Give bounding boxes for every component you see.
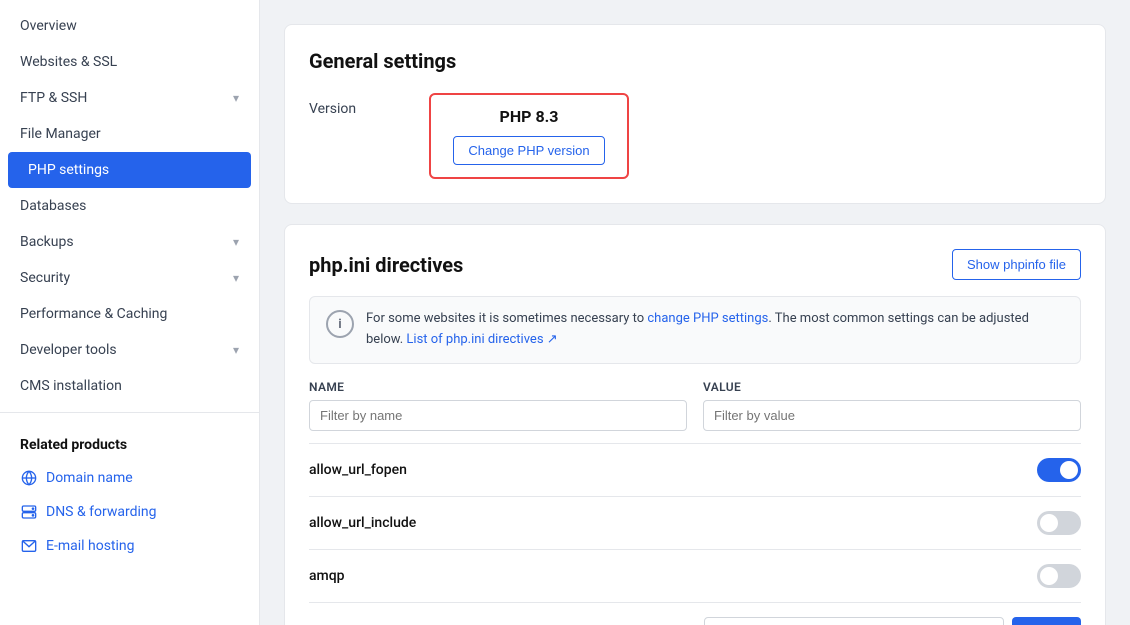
directive-name-amqp: amqp xyxy=(309,568,345,584)
directive-row-allow_url_include: allow_url_include xyxy=(309,497,1081,550)
php-ini-directives-link[interactable]: List of php.ini directives ↗ xyxy=(406,332,557,347)
chevron-icon: ▾ xyxy=(233,91,239,105)
related-products-title: Related products xyxy=(0,421,259,461)
sidebar-item-label-file-manager: File Manager xyxy=(20,126,101,142)
toggle-slider-amqp xyxy=(1037,564,1081,588)
sidebar-item-label-databases: Databases xyxy=(20,198,86,214)
sidebar-item-file-manager[interactable]: File Manager xyxy=(0,116,259,152)
sidebar-item-overview[interactable]: Overview xyxy=(0,8,259,44)
value-filter-input[interactable] xyxy=(703,400,1081,431)
dns-icon xyxy=(20,503,38,521)
directives-header: php.ini directives Show phpinfo file xyxy=(309,249,1081,280)
version-label: Version xyxy=(309,93,389,117)
sidebar: Overview Websites & SSL FTP & SSH ▾ File Man… xyxy=(0,0,260,625)
related-link-label-dns-forwarding: DNS & forwarding xyxy=(46,504,157,520)
value-column-label: Value xyxy=(703,380,1081,394)
name-filter-input[interactable] xyxy=(309,400,687,431)
toggle-allow_url_include[interactable] xyxy=(1037,511,1081,535)
filter-row: Name Value xyxy=(309,380,1081,444)
general-settings-card: General settings Version PHP 8.3 Change … xyxy=(284,24,1106,204)
sidebar-item-security[interactable]: Security ▾ xyxy=(0,260,259,296)
directive-row-allow_url_fopen: allow_url_fopen xyxy=(309,444,1081,497)
email-icon xyxy=(20,537,38,555)
toggle-allow_url_fopen[interactable] xyxy=(1037,458,1081,482)
change-php-button[interactable]: Change PHP version xyxy=(453,136,604,165)
directive-name-allow_url_fopen: allow_url_fopen xyxy=(309,462,407,478)
sidebar-item-label-php-settings: PHP settings xyxy=(28,162,109,178)
directive-name-allow_url_include: allow_url_include xyxy=(309,515,416,531)
general-settings-title: General settings xyxy=(309,49,1081,73)
toggle-amqp[interactable] xyxy=(1037,564,1081,588)
sidebar-item-databases[interactable]: Databases xyxy=(0,188,259,224)
sidebar-item-websites-ssl[interactable]: Websites & SSL xyxy=(0,44,259,80)
chevron-icon: ▾ xyxy=(233,271,239,285)
related-link-domain-name[interactable]: Domain name xyxy=(0,461,259,495)
sidebar-item-ftp-ssh[interactable]: FTP & SSH ▾ xyxy=(0,80,259,116)
version-value: PHP 8.3 xyxy=(500,107,559,126)
sidebar-item-developer-tools[interactable]: Developer tools ▾ xyxy=(0,332,259,368)
related-link-label-domain-name: Domain name xyxy=(46,470,133,486)
sidebar-item-label-cms-installation: CMS installation xyxy=(20,378,122,394)
sidebar-item-label-developer-tools: Developer tools xyxy=(20,342,117,358)
apc-controls: 128M 256M 512M Save xyxy=(704,617,1081,625)
directive-row-apc_shm_size: apc.shm_size 128M 256M 512M Save xyxy=(309,603,1081,625)
directive-row-amqp: amqp xyxy=(309,550,1081,603)
name-column-label: Name xyxy=(309,380,687,394)
info-icon: i xyxy=(326,310,354,338)
info-text-plain: For some websites it is sometimes necess… xyxy=(366,311,647,326)
sidebar-item-label-websites-ssl: Websites & SSL xyxy=(20,54,117,70)
sidebar-item-label-security: Security xyxy=(20,270,70,286)
main-content: General settings Version PHP 8.3 Change … xyxy=(260,0,1130,625)
sidebar-item-performance-caching[interactable]: Performance & Caching xyxy=(0,296,259,332)
sidebar-item-label-performance-caching: Performance & Caching xyxy=(20,306,167,322)
info-text: For some websites it is sometimes necess… xyxy=(366,309,1064,351)
sidebar-item-label-backups: Backups xyxy=(20,234,74,250)
sidebar-divider xyxy=(0,412,259,413)
version-box: PHP 8.3 Change PHP version xyxy=(429,93,629,179)
toggle-slider-allow_url_fopen xyxy=(1037,458,1081,482)
sidebar-item-label-overview: Overview xyxy=(20,18,77,34)
php-ini-card: php.ini directives Show phpinfo file i F… xyxy=(284,224,1106,625)
chevron-icon: ▾ xyxy=(233,343,239,357)
directives-container: allow_url_fopen allow_url_include amqp a… xyxy=(309,444,1081,625)
apc-shm-size-select[interactable]: 128M 256M 512M xyxy=(704,617,1004,625)
sidebar-item-label-ftp-ssh: FTP & SSH xyxy=(20,90,87,106)
related-link-email-hosting[interactable]: E-mail hosting xyxy=(0,529,259,563)
php-ini-title: php.ini directives xyxy=(309,253,463,277)
save-button[interactable]: Save xyxy=(1012,617,1081,625)
toggle-slider-allow_url_include xyxy=(1037,511,1081,535)
sidebar-item-backups[interactable]: Backups ▾ xyxy=(0,224,259,260)
value-filter-col: Value xyxy=(703,380,1081,431)
sidebar-item-cms-installation[interactable]: CMS installation xyxy=(0,368,259,404)
sidebar-item-php-settings[interactable]: PHP settings xyxy=(8,152,251,188)
globe-icon xyxy=(20,469,38,487)
show-phpinfo-button[interactable]: Show phpinfo file xyxy=(952,249,1081,280)
chevron-icon: ▾ xyxy=(233,235,239,249)
change-php-settings-link[interactable]: change PHP settings xyxy=(647,311,768,326)
related-link-dns-forwarding[interactable]: DNS & forwarding xyxy=(0,495,259,529)
name-filter-col: Name xyxy=(309,380,687,431)
version-row: Version PHP 8.3 Change PHP version xyxy=(309,93,1081,179)
related-link-label-email-hosting: E-mail hosting xyxy=(46,538,135,554)
info-banner: i For some websites it is sometimes nece… xyxy=(309,296,1081,364)
